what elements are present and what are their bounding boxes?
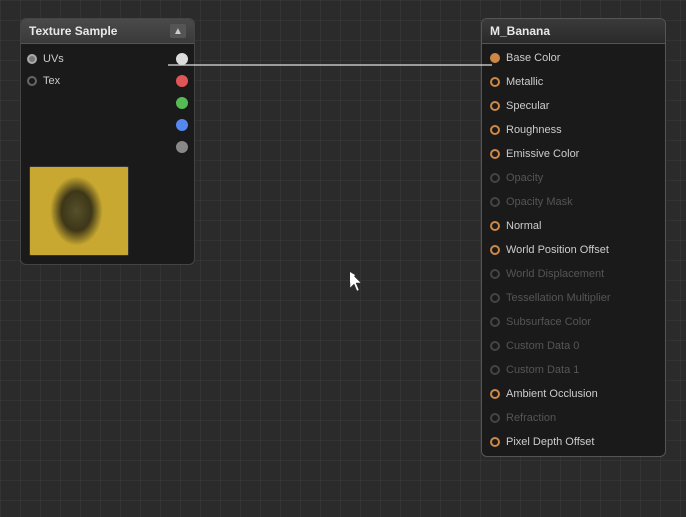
mat-pin-row-opacity-mask[interactable]: Opacity Mask xyxy=(482,190,665,214)
mat-pin-label-base-color: Base Color xyxy=(506,52,560,64)
material-node: M_Banana Base Color Metallic Specular Ro… xyxy=(481,18,666,457)
texture-node-collapse-button[interactable]: ▲ xyxy=(170,24,186,38)
mat-pin-row-world-position-offset[interactable]: World Position Offset xyxy=(482,238,665,262)
mat-pin-label-refraction: Refraction xyxy=(506,412,556,424)
mat-pin-dot-base-color xyxy=(490,53,500,63)
mat-pin-dot-subsurface-color xyxy=(490,317,500,327)
texture-node-pins: UVs Tex xyxy=(21,44,194,162)
mat-pin-dot-pixel-depth-offset xyxy=(490,437,500,447)
mat-pin-label-opacity-mask: Opacity Mask xyxy=(506,196,573,208)
texture-preview xyxy=(29,166,129,256)
mat-pin-label-world-displacement: World Displacement xyxy=(506,268,604,280)
mat-pin-row-custom-data-0[interactable]: Custom Data 0 xyxy=(482,334,665,358)
mat-pin-row-base-color[interactable]: Base Color xyxy=(482,46,665,70)
mat-pin-label-pixel-depth-offset: Pixel Depth Offset xyxy=(506,436,594,448)
pin-dot-tex-left xyxy=(27,76,37,86)
mat-pin-dot-custom-data-1 xyxy=(490,365,500,375)
pin-dot-a-right xyxy=(176,141,188,153)
mat-pin-label-roughness: Roughness xyxy=(506,124,562,136)
mat-pin-row-normal[interactable]: Normal xyxy=(482,214,665,238)
material-node-header[interactable]: M_Banana xyxy=(482,19,665,44)
mat-pin-dot-refraction xyxy=(490,413,500,423)
mat-pin-label-custom-data-0: Custom Data 0 xyxy=(506,340,579,352)
mat-pin-dot-specular xyxy=(490,101,500,111)
mat-pin-dot-normal xyxy=(490,221,500,231)
mat-pin-row-roughness[interactable]: Roughness xyxy=(482,118,665,142)
mat-pin-row-metallic[interactable]: Metallic xyxy=(482,70,665,94)
mat-pin-label-ambient-occlusion: Ambient Occlusion xyxy=(506,388,598,400)
mat-pin-label-opacity: Opacity xyxy=(506,172,543,184)
mat-pin-label-subsurface-color: Subsurface Color xyxy=(506,316,591,328)
mat-pin-dot-opacity-mask xyxy=(490,197,500,207)
texture-sample-node: Texture Sample ▲ UVs Tex xyxy=(20,18,195,265)
mat-pin-row-pixel-depth-offset[interactable]: Pixel Depth Offset xyxy=(482,430,665,454)
mat-pin-row-custom-data-1[interactable]: Custom Data 1 xyxy=(482,358,665,382)
mat-pin-dot-metallic xyxy=(490,77,500,87)
pin-row-uvs: UVs xyxy=(21,48,194,70)
mat-pin-label-custom-data-1: Custom Data 1 xyxy=(506,364,579,376)
texture-node-header[interactable]: Texture Sample ▲ xyxy=(21,19,194,44)
banana-texture-image xyxy=(30,167,128,255)
mat-pin-row-emissive-color[interactable]: Emissive Color xyxy=(482,142,665,166)
mat-pin-label-world-position-offset: World Position Offset xyxy=(506,244,609,256)
mat-pin-label-normal: Normal xyxy=(506,220,541,232)
pin-row-tex: Tex xyxy=(21,70,194,92)
mat-pin-row-ambient-occlusion[interactable]: Ambient Occlusion xyxy=(482,382,665,406)
mat-pin-dot-opacity xyxy=(490,173,500,183)
mat-pin-row-subsurface-color[interactable]: Subsurface Color xyxy=(482,310,665,334)
pin-dot-r-right xyxy=(176,75,188,87)
pin-dot-b-right xyxy=(176,119,188,131)
texture-node-title: Texture Sample xyxy=(29,24,117,38)
mat-pin-dot-world-displacement xyxy=(490,269,500,279)
pin-label-uvs: UVs xyxy=(43,53,176,65)
pin-row-b xyxy=(21,114,194,136)
pin-row-a xyxy=(21,136,194,158)
mat-pin-row-tessellation-multiplier[interactable]: Tessellation Multiplier xyxy=(482,286,665,310)
mat-pin-dot-world-position-offset xyxy=(490,245,500,255)
pin-row-g xyxy=(21,92,194,114)
mat-pin-row-opacity[interactable]: Opacity xyxy=(482,166,665,190)
mat-pin-dot-roughness xyxy=(490,125,500,135)
pin-dot-rgba-right xyxy=(176,53,188,65)
pin-dot-g-right xyxy=(176,97,188,109)
mat-pin-row-specular[interactable]: Specular xyxy=(482,94,665,118)
mat-pin-label-specular: Specular xyxy=(506,100,549,112)
material-node-title: M_Banana xyxy=(490,24,550,38)
material-pin-list: Base Color Metallic Specular Roughness E… xyxy=(482,44,665,456)
mat-pin-dot-ambient-occlusion xyxy=(490,389,500,399)
mat-pin-row-world-displacement[interactable]: World Displacement xyxy=(482,262,665,286)
mat-pin-label-tessellation-multiplier: Tessellation Multiplier xyxy=(506,292,611,304)
mat-pin-dot-custom-data-0 xyxy=(490,341,500,351)
pin-dot-uvs-left xyxy=(27,54,37,64)
mat-pin-label-emissive-color: Emissive Color xyxy=(506,148,579,160)
mat-pin-dot-emissive-color xyxy=(490,149,500,159)
mat-pin-dot-tessellation-multiplier xyxy=(490,293,500,303)
mat-pin-label-metallic: Metallic xyxy=(506,76,543,88)
pin-label-tex: Tex xyxy=(43,75,176,87)
mat-pin-row-refraction[interactable]: Refraction xyxy=(482,406,665,430)
